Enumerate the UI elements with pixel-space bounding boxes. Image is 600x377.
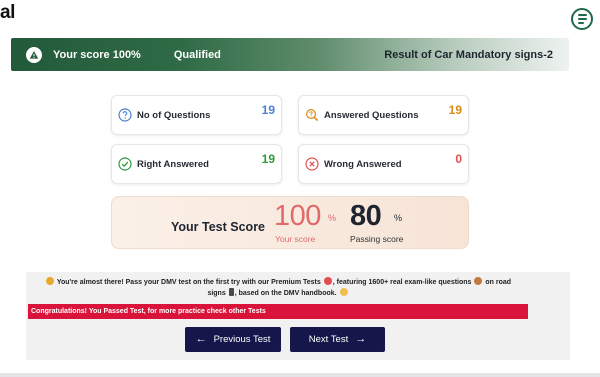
stat-card-right-answered: Right Answered 19 (111, 144, 282, 184)
banner-status: Qualified (173, 48, 221, 61)
result-banner: Your score 100% Qualified Result of Car … (11, 38, 569, 71)
passing-score-unit: % (394, 213, 403, 223)
your-score-unit: % (328, 213, 337, 223)
congrats-message: Congratulations! You Passed Test, for mo… (28, 304, 528, 319)
next-test-label: Next Test (308, 334, 349, 345)
menu-line (577, 14, 587, 16)
warning-triangle-icon (26, 46, 42, 63)
target-icon (323, 277, 332, 285)
promo-text-part1: You're almost there! Pass your DMV test … (56, 279, 321, 286)
stat-value: 19 (261, 103, 275, 117)
test-score-panel: Your Test Score 100 % Your score 80 % Pa… (111, 196, 469, 249)
stat-label: No of Questions (137, 109, 211, 121)
stat-value: 0 (455, 152, 462, 166)
search-question-icon (305, 108, 319, 122)
next-test-button[interactable]: Next Test → (290, 327, 385, 352)
previous-test-label: Previous Test (213, 334, 271, 345)
banner-score: Your score 100% (53, 48, 141, 61)
your-score-value: 100 (274, 200, 321, 232)
stat-value: 19 (448, 103, 462, 117)
test-score-label: Your Test Score (171, 220, 266, 234)
stat-label: Wrong Answered (324, 158, 402, 170)
result-title: Result of Car Mandatory signs-2 (384, 48, 553, 61)
passing-score-caption: Passing score (350, 234, 404, 244)
traffic-sign-icon (228, 288, 234, 296)
promo-text-part4: , based on the DMV handbook. (234, 290, 337, 297)
passing-score-value: 80 (350, 200, 382, 232)
stat-label: Answered Questions (324, 109, 419, 121)
previous-test-button[interactable]: ← Previous Test (185, 327, 281, 352)
stat-card-answered-questions: Answered Questions 19 (298, 95, 469, 135)
stat-value: 19 (261, 152, 275, 166)
stat-card-wrong-answered: Wrong Answered 0 (298, 144, 469, 184)
page-divider (0, 373, 600, 377)
x-circle-icon (305, 157, 319, 171)
menu-icon[interactable] (571, 8, 593, 30)
stat-card-total-questions: No of Questions 19 (111, 95, 282, 135)
trophy-icon (45, 277, 54, 285)
premium-promo: You're almost there! Pass your DMV test … (40, 277, 516, 299)
question-circle-icon (118, 108, 132, 122)
books-icon (474, 277, 483, 285)
site-logo-fragment[interactable]: al (0, 2, 15, 24)
arrow-left-icon: ← (195, 333, 207, 345)
pencil-icon (339, 288, 348, 296)
check-circle-icon (118, 157, 132, 171)
your-score-caption: Your score (275, 234, 316, 244)
promo-text-part2: , featuring 1600+ real exam-like questio… (332, 279, 472, 286)
arrow-right-icon: → (355, 333, 367, 345)
menu-line (577, 22, 584, 24)
menu-line (577, 18, 587, 20)
stat-label: Right Answered (137, 158, 209, 170)
